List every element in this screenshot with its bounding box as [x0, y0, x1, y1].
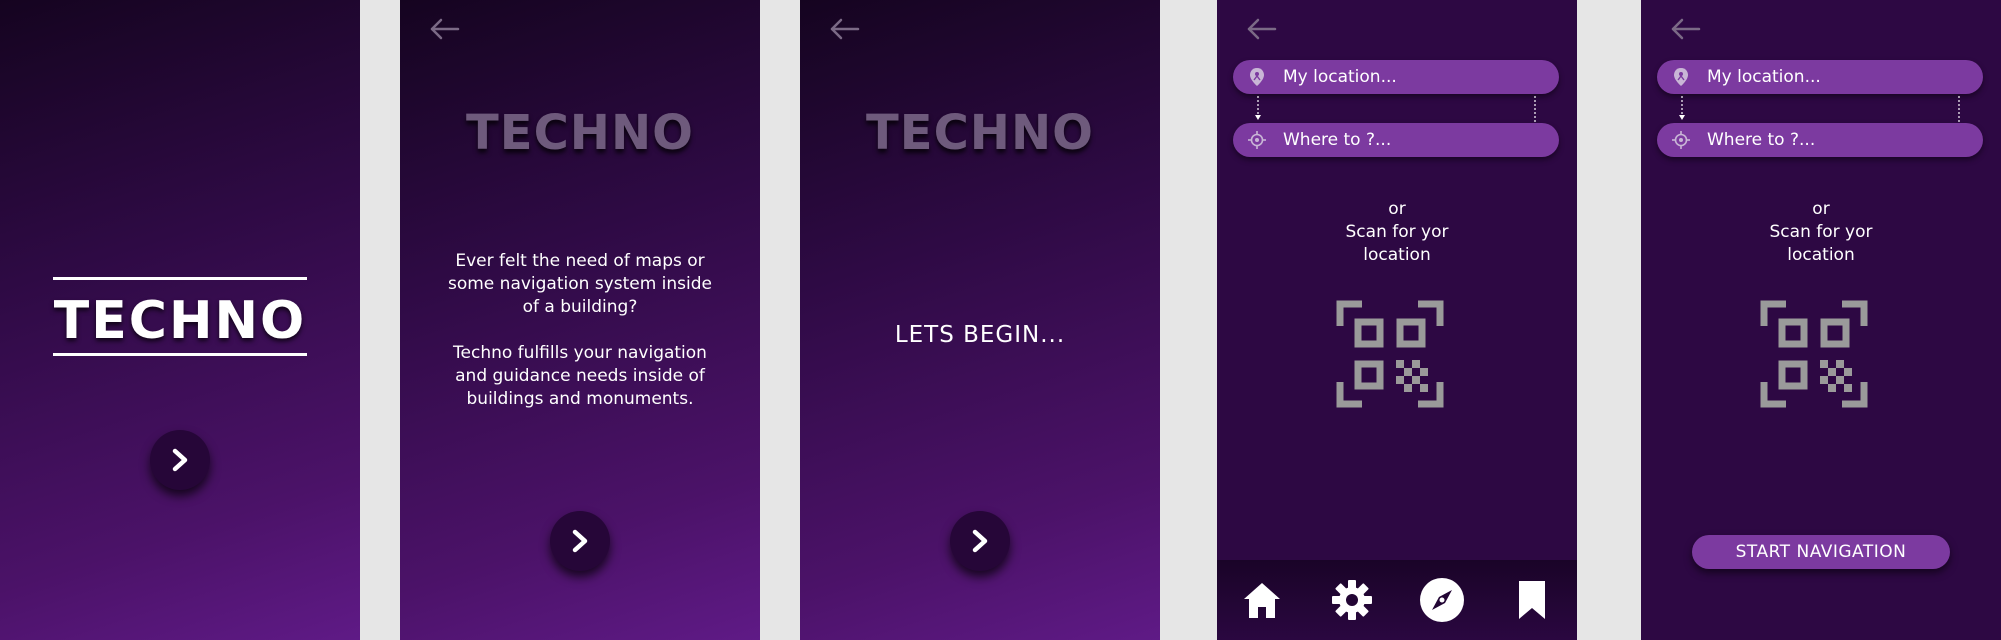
splash-screen: TECHNO [0, 0, 360, 640]
crosshair-icon [1248, 131, 1266, 149]
chevron-right-icon [972, 529, 988, 553]
bookmark-icon [1519, 581, 1545, 619]
description-line: and guidance needs inside of [455, 366, 705, 386]
scan-line: Scan for yor [1345, 222, 1449, 242]
begin-message: LETS BEGIN... [894, 322, 1066, 348]
bottom-nav [1217, 560, 1577, 640]
route-connector [1679, 96, 1960, 122]
destination-input[interactable]: Where to ?... [1233, 123, 1559, 157]
gear-icon [1332, 580, 1372, 620]
location-pin-icon [1250, 68, 1264, 86]
nav-bookmarks[interactable] [1509, 577, 1555, 623]
destination-input[interactable]: Where to ?... [1657, 123, 1983, 157]
app-title: TECHNO [866, 105, 1094, 161]
back-arrow-icon[interactable] [1243, 14, 1279, 44]
scan-prompt: or Scan for yor location [1641, 198, 2001, 267]
description-line: Ever felt the need of maps or [455, 251, 705, 271]
start-navigation-button[interactable]: START NAVIGATION [1692, 535, 1950, 569]
my-location-input[interactable]: My location... [1233, 60, 1559, 94]
back-arrow-icon[interactable] [826, 14, 862, 44]
scan-line: location [1787, 245, 1855, 265]
next-button[interactable] [950, 511, 1010, 571]
nav-home[interactable] [1239, 577, 1285, 623]
destination-placeholder: Where to ?... [1707, 130, 1816, 150]
description-line: Techno fulfills your navigation [453, 343, 707, 363]
location-pin-icon [1674, 68, 1688, 86]
search-screen: My location... Where to ?... or Scan for… [1217, 0, 1577, 640]
scan-prompt: or Scan for yor location [1217, 198, 1577, 267]
begin-screen: TECHNO LETS BEGIN... [800, 0, 1160, 640]
back-arrow-icon[interactable] [426, 14, 462, 44]
nav-explore[interactable] [1419, 577, 1465, 623]
back-arrow-icon[interactable] [1667, 14, 1703, 44]
crosshair-icon [1672, 131, 1690, 149]
qr-scan-icon[interactable] [1760, 300, 1868, 408]
scan-line: Scan for yor [1769, 222, 1873, 242]
next-button[interactable] [550, 511, 610, 571]
description-line: of a building? [522, 297, 638, 317]
intro-description: Ever felt the need of maps or some navig… [400, 250, 760, 411]
title-top-rule [53, 277, 307, 280]
description-line: some navigation system inside [447, 274, 713, 294]
scan-line: location [1363, 245, 1431, 265]
home-icon [1244, 583, 1280, 618]
or-label: or [1812, 199, 1830, 219]
description-line: buildings and monuments. [466, 389, 694, 409]
qr-scan-icon[interactable] [1336, 300, 1444, 408]
start-screen: My location... Where to ?... or Scan for… [1641, 0, 2001, 640]
title-bottom-rule [53, 353, 307, 356]
compass-icon [1420, 578, 1464, 622]
route-connector [1255, 96, 1536, 122]
next-button[interactable] [150, 430, 210, 490]
chevron-right-icon [572, 529, 588, 553]
my-location-input[interactable]: My location... [1657, 60, 1983, 94]
nav-settings[interactable] [1329, 577, 1375, 623]
splash-title: TECHNO [53, 291, 307, 351]
intro-screen: TECHNO Ever felt the need of maps or som… [400, 0, 760, 640]
app-title: TECHNO [466, 105, 694, 161]
my-location-placeholder: My location... [1283, 67, 1397, 87]
my-location-placeholder: My location... [1707, 67, 1821, 87]
destination-placeholder: Where to ?... [1283, 130, 1392, 150]
or-label: or [1388, 199, 1406, 219]
chevron-right-icon [172, 448, 188, 472]
